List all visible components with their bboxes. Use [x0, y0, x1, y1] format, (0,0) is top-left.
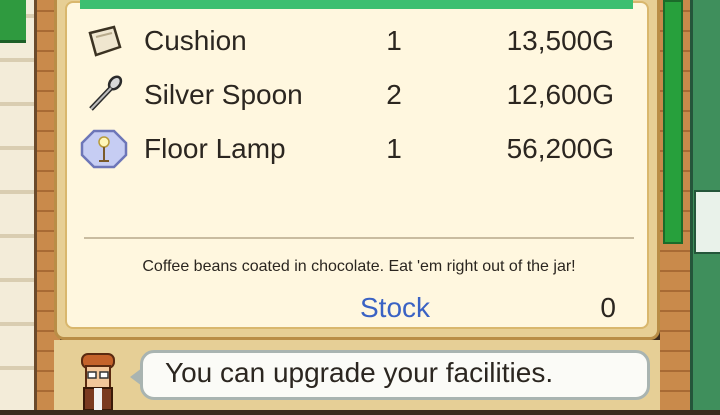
item-quantity: 1	[386, 25, 402, 56]
advisor-message: You can upgrade your facilities.	[165, 357, 554, 388]
selected-row-highlight[interactable]	[80, 0, 633, 9]
list-item[interactable]: Silver Spoon 2 12,600G	[80, 75, 620, 115]
item-price: 12,600G	[506, 79, 614, 110]
stock-label: Stock	[360, 292, 431, 323]
item-quantity: 2	[386, 79, 402, 110]
green-tile	[0, 0, 26, 43]
item-price: 13,500G	[506, 25, 614, 56]
list-item[interactable]: Floor Lamp 1 56,200G	[80, 129, 620, 169]
cafe-background-left	[0, 0, 60, 410]
list-item[interactable]: Cushion 1 13,500G	[80, 21, 620, 61]
item-quantity: 1	[386, 133, 402, 164]
stock-value: 0	[600, 292, 616, 323]
divider	[84, 237, 634, 239]
lamp-icon	[80, 129, 128, 169]
cushion-icon	[80, 21, 128, 61]
list-scrollbar[interactable]	[663, 0, 683, 244]
wall-window	[694, 190, 720, 254]
cafe-wall	[0, 0, 37, 410]
item-name: Floor Lamp	[144, 133, 286, 164]
spoon-icon	[80, 75, 128, 115]
item-name: Silver Spoon	[144, 79, 303, 110]
item-description: Coffee beans coated in chocolate. Eat 'e…	[142, 258, 576, 275]
advisor-avatar	[76, 350, 120, 411]
item-price: 56,200G	[506, 133, 614, 164]
item-name: Cushion	[144, 25, 247, 56]
